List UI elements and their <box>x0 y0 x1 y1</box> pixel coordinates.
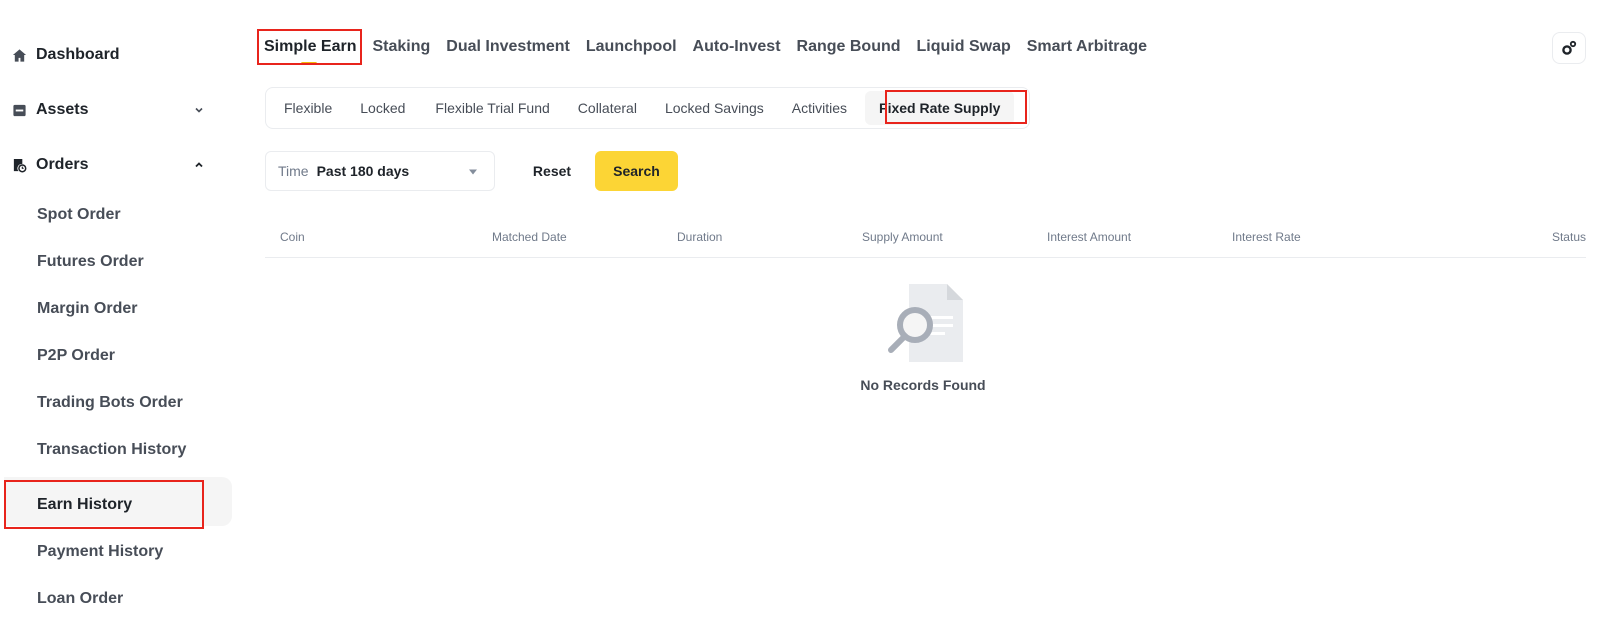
tab-label: Simple Earn <box>264 38 357 55</box>
time-filter-select[interactable]: Time Past 180 days <box>265 151 495 191</box>
column-header-supply-amount[interactable]: Supply Amount <box>862 230 943 244</box>
tab-simple-earn[interactable]: Simple Earn <box>264 38 357 65</box>
subtab-locked-savings[interactable]: Locked Savings <box>651 91 778 125</box>
column-header-interest-rate[interactable]: Interest Rate <box>1232 230 1301 244</box>
sidebar-item-dashboard[interactable]: Dashboard <box>10 43 120 67</box>
column-header-status[interactable]: Status <box>1552 230 1586 244</box>
tab-launchpool[interactable]: Launchpool <box>586 38 677 56</box>
time-filter-value: Past 180 days <box>316 163 410 179</box>
gear-icon <box>1562 40 1577 55</box>
sidebar-item-trading-bots-order[interactable]: Trading Bots Order <box>37 392 183 414</box>
subtab-flexible-trial-fund[interactable]: Flexible Trial Fund <box>421 91 563 125</box>
empty-state: No Records Found <box>848 280 998 393</box>
empty-state-text: No Records Found <box>860 377 986 393</box>
wallet-icon <box>10 101 28 119</box>
sidebar: Dashboard Assets Orders Spot Order Futur… <box>0 0 232 620</box>
active-tab-indicator <box>301 62 317 65</box>
tab-liquid-swap[interactable]: Liquid Swap <box>917 38 1011 56</box>
sidebar-item-p2p-order[interactable]: P2P Order <box>37 345 115 367</box>
sidebar-item-earn-history[interactable]: Earn History <box>37 494 132 516</box>
subtab-fixed-rate-supply[interactable]: Fixed Rate Supply <box>865 91 1015 125</box>
orders-icon <box>10 156 28 174</box>
sidebar-item-orders[interactable]: Orders <box>10 153 88 177</box>
earn-history-page: Dashboard Assets Orders Spot Order Futur… <box>0 0 1600 620</box>
sidebar-item-assets[interactable]: Assets <box>10 98 88 122</box>
sidebar-item-payment-history[interactable]: Payment History <box>37 541 163 563</box>
subtab-collateral[interactable]: Collateral <box>564 91 651 125</box>
chevron-down-icon[interactable] <box>193 103 205 115</box>
sidebar-item-label: Dashboard <box>36 46 120 63</box>
subtab-activities[interactable]: Activities <box>778 91 861 125</box>
sidebar-item-futures-order[interactable]: Futures Order <box>37 251 144 273</box>
sidebar-item-label: Orders <box>36 156 89 173</box>
column-header-duration[interactable]: Duration <box>677 230 722 244</box>
table-header: Coin Matched Date Duration Supply Amount… <box>265 226 1586 258</box>
tab-auto-invest[interactable]: Auto-Invest <box>693 38 781 56</box>
tab-range-bound[interactable]: Range Bound <box>797 38 901 56</box>
sidebar-item-margin-order[interactable]: Margin Order <box>37 298 137 320</box>
home-icon <box>10 46 28 64</box>
earn-subtabs: Flexible Locked Flexible Trial Fund Coll… <box>265 87 1030 129</box>
sidebar-item-transaction-history[interactable]: Transaction History <box>37 439 186 461</box>
sidebar-item-spot-order[interactable]: Spot Order <box>37 204 121 226</box>
product-tabs: Simple Earn Staking Dual Investment Laun… <box>264 34 1163 65</box>
column-header-coin[interactable]: Coin <box>280 230 305 244</box>
sidebar-item-loan-order[interactable]: Loan Order <box>37 588 123 610</box>
reset-button[interactable]: Reset <box>524 158 580 184</box>
tab-dual-investment[interactable]: Dual Investment <box>446 38 570 56</box>
settings-button[interactable] <box>1552 32 1586 64</box>
sidebar-item-label: Assets <box>36 101 89 118</box>
subtab-locked[interactable]: Locked <box>346 91 421 125</box>
tab-staking[interactable]: Staking <box>372 38 430 56</box>
column-header-matched-date[interactable]: Matched Date <box>492 230 567 244</box>
search-button[interactable]: Search <box>595 151 678 191</box>
column-header-interest-amount[interactable]: Interest Amount <box>1047 230 1131 244</box>
caret-down-icon <box>469 169 477 175</box>
tab-smart-arbitrage[interactable]: Smart Arbitrage <box>1027 38 1147 56</box>
time-filter-label: Time <box>278 163 309 179</box>
subtab-flexible[interactable]: Flexible <box>270 91 346 125</box>
chevron-up-icon[interactable] <box>193 158 205 170</box>
no-records-icon <box>888 284 963 362</box>
